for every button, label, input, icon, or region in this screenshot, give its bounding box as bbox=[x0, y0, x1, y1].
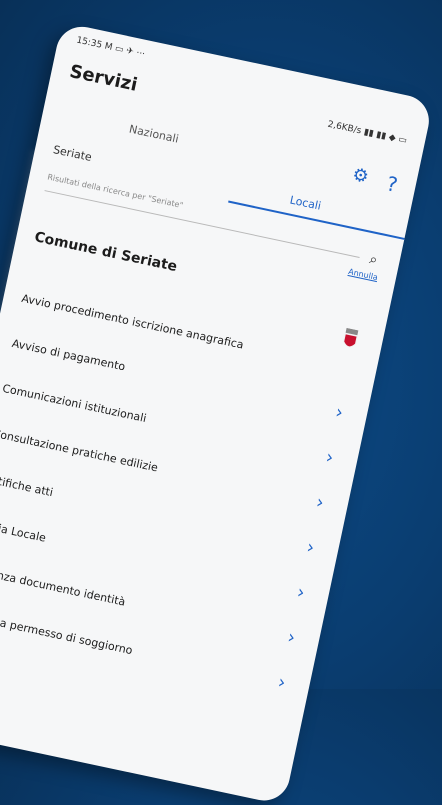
search-input[interactable]: Seriate bbox=[52, 143, 93, 164]
services-list: Avvio procedimento iscrizione anagrafica… bbox=[0, 278, 362, 709]
status-time: 15:35 M ▭ ✈ ··· bbox=[75, 35, 146, 60]
status-network: 2,6KB/s ▮▮ ▮▮ ◆ ▭ bbox=[326, 119, 408, 147]
chevron-right-icon: › bbox=[314, 491, 326, 514]
cancel-search-link[interactable]: Annulla bbox=[347, 267, 378, 282]
chevron-right-icon: › bbox=[323, 446, 336, 469]
chevron-right-icon: › bbox=[333, 401, 345, 424]
service-label: Avviso di pagamento bbox=[10, 336, 127, 374]
tab-nazionali[interactable]: Nazionali bbox=[128, 122, 180, 145]
chevron-right-icon: › bbox=[276, 671, 288, 694]
service-label: Notifiche atti bbox=[0, 471, 55, 500]
search-icon[interactable]: ⌕ bbox=[368, 251, 379, 268]
page-title: Servizi bbox=[67, 60, 140, 96]
help-icon[interactable]: ? bbox=[384, 171, 399, 197]
service-label: Polizia Locale bbox=[0, 516, 48, 545]
chevron-right-icon: › bbox=[295, 581, 307, 604]
gear-icon[interactable]: ⚙ bbox=[351, 164, 372, 188]
tab-locali[interactable]: Locali bbox=[289, 193, 323, 212]
chevron-right-icon: › bbox=[285, 626, 298, 649]
comune-heading: Comune di Seriate bbox=[33, 229, 179, 276]
phone-screen: 15:35 M ▭ ✈ ··· 2,6KB/s ▮▮ ▮▮ ◆ ▭ Serviz… bbox=[0, 22, 434, 805]
chevron-right-icon: › bbox=[304, 536, 317, 559]
